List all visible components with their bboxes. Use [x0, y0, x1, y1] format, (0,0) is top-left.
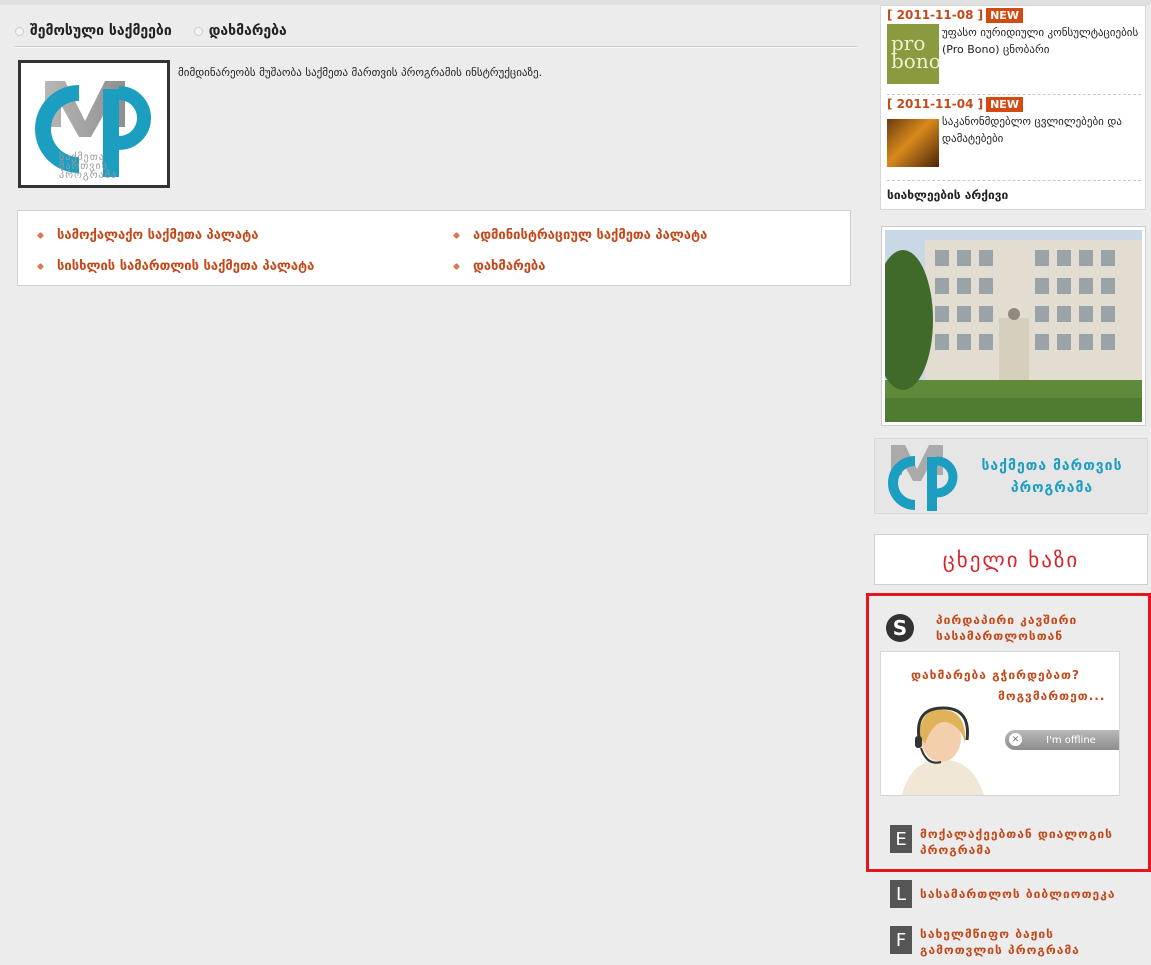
bullet-icon	[193, 26, 203, 36]
program-link-text: მოქალაქეებთან დიალოგის პროგრამა	[920, 826, 1113, 858]
cmp-banner-line: პროგრამა	[1010, 480, 1094, 496]
nav-incoming-cases-label: შემოსული საქმეები	[30, 23, 172, 39]
cmp-logo: საქმეთა მართვის პროგრამა	[18, 60, 170, 188]
skype-icon: S	[886, 614, 914, 642]
new-badge: NEW	[986, 97, 1023, 112]
program-link-dialogue[interactable]: E მოქალაქეებთან დიალოგის პროგრამა	[890, 823, 1145, 859]
link-admin-chamber[interactable]: ადმინისტრაციულ საქმეთა პალატა	[452, 228, 708, 243]
news-item[interactable]: [ 2011-11-08 ] NEW pro bono უფასო იურიდიუ…	[887, 8, 1145, 94]
divider	[887, 94, 1141, 95]
news-archive-link[interactable]: სიახლეების არქივი	[887, 188, 1008, 202]
program-line: პროგრამა	[920, 843, 992, 857]
skype-line: პირდაპირი კავშირი	[936, 613, 1078, 627]
skype-status-label: I'm offline	[1046, 734, 1096, 746]
program-link-text: სასამართლოს ბიბლიოთეკა	[920, 886, 1116, 902]
chamber-links-panel: სამოქალაქო საქმეთა პალატა ადმინისტრაციულ…	[17, 210, 851, 286]
news-date: [ 2011-11-08 ]	[887, 8, 984, 22]
logo-line: პროგრამა	[59, 170, 118, 181]
hotline-banner[interactable]: ცხელი ხაზი	[874, 534, 1148, 585]
nav-help-label: დახმარება	[208, 23, 287, 39]
link-help[interactable]: დახმარება	[452, 259, 546, 274]
skype-contact-link[interactable]: S პირდაპირი კავშირი სასამართლოსთან	[884, 612, 1144, 648]
nav-help[interactable]: დახმარება	[193, 23, 287, 39]
divider	[887, 180, 1141, 181]
link-criminal-chamber-label: სისხლის სამართლის საქმეთა პალატა	[57, 259, 315, 274]
news-title[interactable]: უფასო იურიდიული კონსულტაციების (Pro Bono…	[942, 24, 1142, 58]
help-call-to-action: მოგვმართეთ...	[998, 689, 1106, 703]
nav-divider	[15, 46, 857, 48]
news-title[interactable]: საკანონმდებლო ცვლილებები და დამატებები	[942, 113, 1142, 147]
pro-bono-thumbnail[interactable]: pro bono	[887, 24, 941, 84]
program-line: სასამართლოს ბიბლიოთეკა	[920, 887, 1116, 901]
news-date: [ 2011-11-04 ]	[887, 97, 984, 111]
building-image	[873, 230, 1142, 422]
news-item[interactable]: [ 2011-11-04 ] NEW საკანონმდებლო ცვლილებე…	[887, 97, 1145, 183]
link-civil-chamber-label: სამოქალაქო საქმეთა პალატა	[57, 228, 259, 243]
program-link-fee-calculator[interactable]: F სახელმწიფო ბაჟის გამოთვლის პროგრამა	[890, 924, 1145, 960]
bullet-icon	[452, 231, 461, 240]
help-question: დახმარება გჭირდებათ?	[911, 668, 1080, 682]
program-line: მოქალაქეებთან დიალოგის	[920, 827, 1113, 841]
court-building-photo	[873, 226, 1146, 426]
skype-line: სასამართლოსთან	[936, 629, 1064, 643]
e-letter-icon: E	[890, 825, 912, 853]
skype-status-button[interactable]: ✕ I'm offline	[1005, 730, 1119, 750]
link-admin-chamber-label: ადმინისტრაციულ საქმეთა პალატა	[473, 228, 708, 243]
pro-bono-thumb-text: pro bono	[891, 31, 941, 73]
program-line: გამოთვლის პროგრამა	[920, 943, 1080, 957]
legislation-thumbnail[interactable]	[887, 119, 939, 167]
cmp-banner-text: საქმეთა მართვის პროგრამა	[967, 455, 1137, 499]
cmp-logo-caption: საქმეთა მართვის პროგრამა	[59, 153, 118, 181]
program-link-library[interactable]: L სასამართლოს ბიბლიოთეკა	[890, 878, 1145, 914]
f-letter-icon: F	[890, 926, 912, 954]
program-link-text: სახელმწიფო ბაჟის გამოთვლის პროგრამა	[920, 926, 1080, 958]
intro-text: მიმდინარეობს მუშაობა საქმეთა მართვის პრო…	[178, 66, 543, 79]
link-help-label: დახმარება	[473, 259, 546, 274]
program-line: სახელმწიფო ბაჟის	[920, 927, 1054, 941]
cmp-banner-line: საქმეთა მართვის	[981, 458, 1123, 474]
bullet-icon	[36, 231, 45, 240]
cmp-program-banner[interactable]: საქმეთა მართვის პროგრამა	[874, 438, 1148, 514]
link-civil-chamber[interactable]: სამოქალაქო საქმეთა პალატა	[36, 228, 259, 243]
support-agent-image	[901, 706, 984, 795]
bullet-icon	[452, 262, 461, 271]
news-box: [ 2011-11-08 ] NEW pro bono უფასო იურიდიუ…	[880, 5, 1146, 210]
bullet-icon	[15, 26, 24, 36]
link-criminal-chamber[interactable]: სისხლის სამართლის საქმეთა პალატა	[36, 259, 315, 274]
offline-x-icon: ✕	[1009, 733, 1022, 746]
l-letter-icon: L	[890, 880, 912, 908]
bullet-icon	[36, 262, 45, 271]
top-nav: შემოსული საქმეები დახმარება	[15, 23, 855, 39]
cmp-banner-logo-icon	[888, 445, 958, 511]
skype-contact-text: პირდაპირი კავშირი სასამართლოსთან	[936, 612, 1077, 644]
new-badge: NEW	[986, 8, 1023, 23]
nav-incoming-cases[interactable]: შემოსული საქმეები	[15, 23, 172, 39]
live-help-box[interactable]: დახმარება გჭირდებათ? მოგვმართეთ... ✕ I'm…	[880, 651, 1120, 796]
